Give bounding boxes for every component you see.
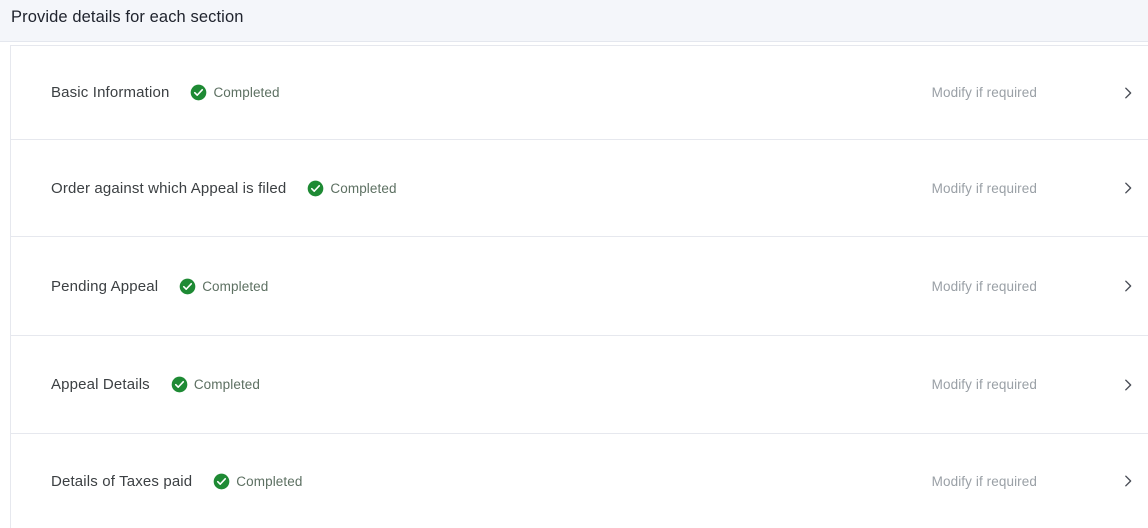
section-row-details-of-taxes-paid[interactable]: Details of Taxes paid Completed Modify i… xyxy=(11,434,1148,528)
section-row-left: Order against which Appeal is filed Comp… xyxy=(51,180,397,197)
section-row-basic-information[interactable]: Basic Information Completed Modify if re… xyxy=(11,46,1148,140)
section-status: Completed xyxy=(179,278,268,295)
page-header: Provide details for each section xyxy=(0,0,1148,42)
section-row-right: Modify if required xyxy=(932,377,1140,392)
section-row-left: Basic Information Completed xyxy=(51,84,280,101)
section-status-label: Completed xyxy=(202,278,269,294)
section-status: Completed xyxy=(213,473,302,490)
modify-link[interactable]: Modify if required xyxy=(932,474,1037,489)
section-row-left: Appeal Details Completed xyxy=(51,376,260,393)
section-row-left: Pending Appeal Completed xyxy=(51,278,268,295)
section-row-right: Modify if required xyxy=(932,474,1140,489)
modify-link[interactable]: Modify if required xyxy=(932,279,1037,294)
section-status-label: Completed xyxy=(193,377,261,392)
section-label: Details of Taxes paid xyxy=(51,472,193,490)
section-row-right: Modify if required xyxy=(932,85,1140,100)
chevron-right-icon[interactable] xyxy=(1121,181,1135,195)
section-row-left: Details of Taxes paid Completed xyxy=(51,473,302,490)
modify-link[interactable]: Modify if required xyxy=(932,85,1037,100)
modify-link[interactable]: Modify if required xyxy=(932,181,1037,196)
section-status: Completed xyxy=(307,180,396,197)
section-row-appeal-details[interactable]: Appeal Details Completed Modify if requi… xyxy=(11,336,1148,434)
section-row-order-against-which-appeal-is-filed[interactable]: Order against which Appeal is filed Comp… xyxy=(11,140,1148,237)
section-label: Pending Appeal xyxy=(51,277,159,295)
section-label: Appeal Details xyxy=(51,376,150,393)
section-row-right: Modify if required xyxy=(932,279,1140,294)
page-title: Provide details for each section xyxy=(11,8,244,26)
page-root: Provide details for each section Basic I… xyxy=(0,0,1148,528)
section-status: Completed xyxy=(190,84,280,101)
section-row-right: Modify if required xyxy=(932,181,1140,196)
check-circle-icon xyxy=(179,278,196,294)
section-status-label: Completed xyxy=(236,473,303,489)
section-status-label: Completed xyxy=(213,85,280,100)
section-status: Completed xyxy=(171,376,260,393)
chevron-right-icon[interactable] xyxy=(1121,86,1135,100)
section-status-label: Completed xyxy=(330,180,397,196)
check-circle-icon xyxy=(213,473,230,489)
section-label: Order against which Appeal is filed xyxy=(51,179,287,197)
check-circle-icon xyxy=(308,180,324,196)
sections-card: Basic Information Completed Modify if re… xyxy=(10,45,1148,528)
chevron-right-icon[interactable] xyxy=(1121,378,1135,392)
chevron-right-icon[interactable] xyxy=(1121,279,1135,293)
check-circle-icon xyxy=(171,376,188,393)
chevron-right-icon[interactable] xyxy=(1121,474,1135,488)
section-label: Basic Information xyxy=(51,84,170,101)
check-circle-icon xyxy=(191,84,207,101)
modify-link[interactable]: Modify if required xyxy=(932,377,1037,392)
section-row-pending-appeal[interactable]: Pending Appeal Completed Modify if requi… xyxy=(11,237,1148,336)
